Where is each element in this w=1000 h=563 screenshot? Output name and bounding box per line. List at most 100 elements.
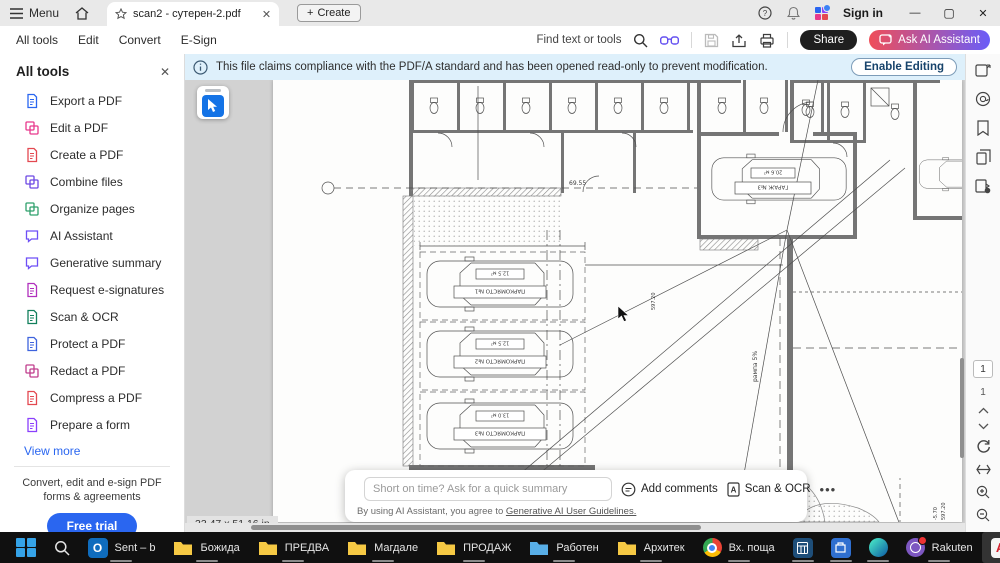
running-indicator (728, 560, 750, 562)
bookmarks-icon[interactable] (976, 120, 990, 136)
sidebar-item-combine-files[interactable]: Combine files (0, 168, 184, 195)
plus-icon: + (307, 7, 313, 19)
quick-tools-panel[interactable] (197, 86, 229, 119)
search-icon[interactable] (633, 33, 648, 48)
running-indicator (867, 560, 889, 562)
maximize-button[interactable]: ▢ (932, 0, 966, 26)
rotate-page-icon[interactable] (976, 439, 991, 454)
help-icon[interactable]: ? (758, 6, 772, 20)
panel-title: All tools (16, 64, 160, 79)
find-text-label[interactable]: Find text or tools (536, 34, 621, 46)
divider (14, 466, 170, 467)
sidebar-item-export-pdf[interactable]: Export a PDF (0, 87, 184, 114)
fit-width-icon[interactable] (976, 463, 991, 476)
add-comments-button[interactable]: Add comments (621, 482, 718, 497)
apps-grid-icon[interactable] (815, 7, 828, 20)
share-file-icon[interactable] (731, 33, 747, 48)
document-tab[interactable]: scan2 - сутерен-2.pdf ✕ (107, 2, 279, 26)
sidebar-item-create-pdf[interactable]: Create a PDF (0, 141, 184, 168)
taskbar-edge[interactable] (860, 532, 897, 563)
compress-pdf-icon (24, 390, 40, 406)
menu-esign[interactable]: E-Sign (181, 33, 217, 47)
sidebar-item-organize-pages[interactable]: Organize pages (0, 195, 184, 222)
protect-pdf-icon (24, 336, 40, 352)
folder-icon (436, 540, 456, 556)
taskbar-folder-prodazh[interactable]: ПРОДАЖ (427, 532, 520, 563)
sidebar-item-ai-assistant[interactable]: AI Assistant (0, 222, 184, 249)
sidebar-item-request-esignatures[interactable]: Request e-signatures (0, 276, 184, 303)
request-esignatures-icon (24, 282, 40, 298)
sign-in-button[interactable]: Sign in (843, 6, 883, 20)
horizontal-scrollbar[interactable] (185, 523, 965, 532)
menu-all-tools[interactable]: All tools (16, 33, 58, 47)
more-options-icon[interactable]: ••• (820, 482, 837, 497)
sidebar-item-scan-ocr[interactable]: Scan & OCR (0, 303, 184, 330)
taskbar-folder-bozhidar[interactable]: Божида (164, 532, 248, 563)
zoom-in-icon[interactable] (976, 485, 990, 499)
divider (787, 32, 788, 48)
menu-button[interactable]: Menu (10, 6, 59, 20)
save-icon[interactable] (704, 33, 719, 48)
taskbar-folder-predva[interactable]: ПРЕДВА (249, 532, 338, 563)
sidebar-item-edit-pdf[interactable]: Edit a PDF (0, 114, 184, 141)
tab-close-icon[interactable]: ✕ (262, 8, 271, 21)
drag-handle[interactable] (205, 89, 221, 92)
close-button[interactable]: ✕ (966, 0, 1000, 26)
previous-page-icon[interactable] (978, 407, 989, 414)
page-thumbnails-icon[interactable] (976, 149, 991, 165)
sidebar-item-compress-pdf[interactable]: Compress a PDF (0, 384, 184, 411)
next-page-icon[interactable] (978, 423, 989, 430)
enable-editing-button[interactable]: Enable Editing (851, 58, 957, 76)
folder-icon (347, 540, 367, 556)
running-indicator (792, 560, 814, 562)
sidebar-item-generative-summary[interactable]: Generative summary (0, 249, 184, 276)
taskbar-folder-magdale[interactable]: Магдале (338, 532, 427, 563)
ai-glasses-icon[interactable] (660, 34, 679, 47)
convert-panel-icon[interactable] (975, 178, 991, 194)
minimize-button[interactable]: — (898, 0, 932, 26)
folder-icon (529, 540, 549, 556)
select-tool-button[interactable] (202, 95, 224, 117)
comments-icon[interactable] (975, 91, 991, 107)
all-tools-panel: All tools ✕ Export a PDF Edit a PDF Crea… (0, 54, 185, 532)
taskbar-folder-arhitek[interactable]: Архитек (608, 532, 694, 563)
parking3-label: ПАРКОМЯСТО №3 (474, 430, 525, 436)
folder-icon (617, 540, 637, 556)
panel-close-icon[interactable]: ✕ (160, 65, 170, 79)
notifications-bell-icon[interactable] (787, 6, 800, 20)
ask-ai-assistant-button[interactable]: Ask AI Assistant (869, 30, 990, 50)
menu-label: Menu (29, 6, 59, 20)
taskbar-search-button[interactable] (45, 532, 79, 563)
windows-start-icon (16, 538, 36, 558)
horizontal-scrollbar-thumb[interactable] (251, 525, 701, 530)
taskbar-calculator[interactable] (784, 532, 822, 563)
home-button[interactable] (75, 7, 89, 20)
ai-guidelines-link[interactable]: Generative AI User Guidelines. (506, 506, 636, 517)
share-button[interactable]: Share (800, 30, 857, 50)
start-button[interactable] (0, 532, 45, 563)
menu-convert[interactable]: Convert (119, 33, 161, 47)
running-indicator (372, 560, 394, 562)
print-icon[interactable] (759, 33, 775, 48)
sidebar-item-protect-pdf[interactable]: Protect a PDF (0, 330, 184, 357)
ai-summary-input[interactable] (364, 477, 612, 501)
page-number-input[interactable]: 1 (973, 360, 993, 378)
vertical-scrollbar-thumb[interactable] (960, 358, 964, 458)
collapse-panel-icon[interactable] (975, 64, 991, 78)
document-viewer[interactable]: ПАРКОМЯСТО №1 12.5 м² ПАРКОМЯСТО №2 12.5… (185, 80, 965, 532)
taskbar-app[interactable] (822, 532, 860, 563)
taskbar-outlook[interactable]: O Sent – b (79, 532, 165, 563)
folder-icon (258, 540, 278, 556)
running-indicator (553, 560, 575, 562)
create-button[interactable]: + Create (297, 4, 360, 22)
taskbar-viber[interactable]: Rakuten (897, 532, 982, 563)
menu-edit[interactable]: Edit (78, 33, 99, 47)
view-more-link[interactable]: View more (0, 438, 184, 458)
zoom-out-icon[interactable] (976, 508, 990, 522)
sidebar-item-redact-pdf[interactable]: Redact a PDF (0, 357, 184, 384)
taskbar-acrobat[interactable]: A scan2 - c (982, 532, 1000, 563)
sidebar-item-prepare-form[interactable]: Prepare a form (0, 411, 184, 438)
taskbar-chrome[interactable]: Вх. поща (694, 532, 784, 563)
scan-ocr-button[interactable]: A Scan & OCR (727, 482, 811, 497)
taskbar-folder-raboten[interactable]: Работен (520, 532, 607, 563)
